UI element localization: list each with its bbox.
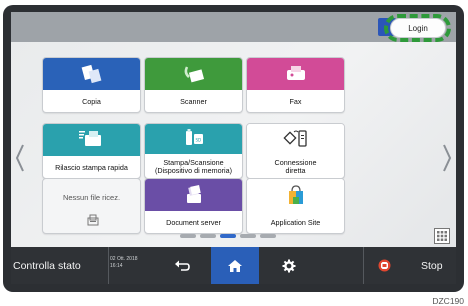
page-indicator-2[interactable] xyxy=(200,234,216,238)
received-files-tile[interactable]: Nessun file ricez. xyxy=(42,178,141,234)
back-button[interactable] xyxy=(153,247,211,284)
app-tile-application-site[interactable]: Application Site xyxy=(246,178,345,234)
app-label: Connessione diretta xyxy=(247,154,344,178)
app-label: Rilascio stampa rapida xyxy=(55,163,128,173)
copy-icon xyxy=(81,64,101,84)
figure-root: Login Copia Scanner Fax Rilascio stampa … xyxy=(0,0,468,306)
page-indicator-3[interactable] xyxy=(220,234,236,238)
app-label: Stampa/Scansione (Dispositivo di memoria… xyxy=(145,154,242,178)
app-band xyxy=(247,58,344,90)
page-indicator-4[interactable] xyxy=(240,234,256,238)
touch-screen: Login Copia Scanner Fax Rilascio stampa … xyxy=(11,12,456,284)
svg-text:SD: SD xyxy=(195,138,201,143)
gear-icon xyxy=(282,259,296,272)
quick-print-icon xyxy=(78,131,101,146)
device-frame: Login Copia Scanner Fax Rilascio stampa … xyxy=(3,5,464,292)
fax-icon xyxy=(286,66,305,80)
next-page-arrow[interactable] xyxy=(440,138,454,178)
app-list-grid-icon[interactable] xyxy=(434,228,450,244)
app-tile-stampa-scansione[interactable]: SD Stampa/Scansione (Dispositivo di memo… xyxy=(144,123,243,179)
app-label: Document server xyxy=(166,218,221,228)
app-label: Copia xyxy=(82,97,101,107)
app-tile-document-server[interactable]: Document server xyxy=(144,178,243,234)
app-tile-copia[interactable]: Copia xyxy=(42,57,141,113)
app-band xyxy=(145,179,242,211)
bottom-bar: Controlla stato 02 Ott. 2018 16:14 Stop xyxy=(11,247,456,284)
app-label: Scanner xyxy=(180,97,207,107)
date-time-readout: 02 Ott. 2018 16:14 xyxy=(110,256,138,270)
page-indicator-5[interactable] xyxy=(260,234,276,238)
app-band xyxy=(43,58,140,90)
home-button[interactable] xyxy=(211,247,259,284)
divider xyxy=(108,247,109,284)
time-text: 16:14 xyxy=(110,262,123,269)
stop-icon xyxy=(378,259,390,272)
app-label: Fax xyxy=(289,97,302,107)
app-label-text: Connessione diretta xyxy=(274,158,317,175)
app-tile-fax[interactable]: Fax xyxy=(246,57,345,113)
app-label: Application Site xyxy=(270,218,321,228)
app-tile-connessione-diretta[interactable]: Connessione diretta xyxy=(246,123,345,179)
date-text: 02 Ott. 2018 xyxy=(110,256,138,262)
application-site-icon xyxy=(288,185,303,204)
home-icon xyxy=(228,259,242,272)
app-band xyxy=(43,124,140,156)
app-label-text: Stampa/Scansione (Dispositivo di memoria… xyxy=(154,158,233,175)
app-band xyxy=(247,179,344,211)
chevron-left-icon xyxy=(15,144,24,172)
app-tile-rilascio-stampa-rapida[interactable]: Rilascio stampa rapida xyxy=(42,123,141,179)
previous-page-arrow[interactable] xyxy=(13,138,27,178)
document-server-icon xyxy=(186,185,201,203)
received-files-status: Nessun file ricez. xyxy=(62,193,121,202)
stop-label[interactable]: Stop xyxy=(421,247,443,284)
login-highlight-callout xyxy=(384,14,451,42)
scanner-icon xyxy=(184,66,204,83)
inbox-tray-icon xyxy=(87,214,99,226)
memory-device-icon: SD xyxy=(185,129,203,145)
stop-button[interactable] xyxy=(363,247,405,284)
app-band: SD xyxy=(145,124,242,154)
settings-button[interactable] xyxy=(259,247,319,284)
chevron-right-icon xyxy=(443,144,452,172)
figure-id-caption: DZC190 xyxy=(432,296,464,306)
page-indicator-1[interactable] xyxy=(180,234,196,238)
app-tile-scanner[interactable]: Scanner xyxy=(144,57,243,113)
top-bar: Login xyxy=(11,12,456,42)
check-status-button[interactable]: Controlla stato xyxy=(11,247,108,284)
back-arrow-icon xyxy=(175,260,190,271)
app-band xyxy=(247,124,344,154)
app-band xyxy=(145,58,242,90)
direct-connection-icon xyxy=(282,130,307,147)
